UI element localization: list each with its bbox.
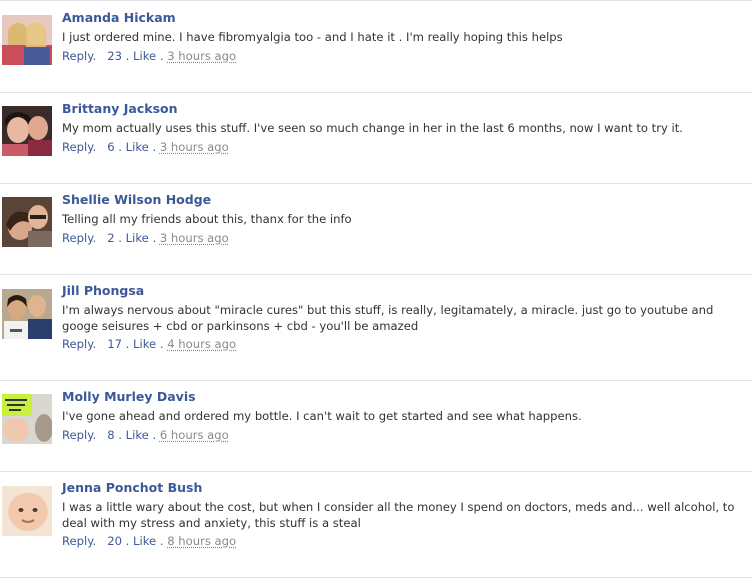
comment-text: I just ordered mine. I have fibromyalgia…: [62, 30, 563, 44]
timestamp[interactable]: 4 hours ago: [167, 337, 236, 351]
divider: [0, 577, 752, 578]
timestamp[interactable]: 8 hours ago: [167, 534, 236, 548]
commenter-name[interactable]: Jill Phongsa: [62, 283, 144, 298]
avatar[interactable]: [2, 394, 52, 444]
reply-link[interactable]: Reply.: [62, 428, 96, 442]
like-count: 20: [107, 534, 122, 548]
comment-text: I'm always nervous about "miracle cures"…: [62, 303, 714, 333]
timestamp[interactable]: 6 hours ago: [160, 428, 229, 442]
separator: .: [159, 337, 164, 351]
separator: .: [125, 337, 130, 351]
comment: Jenna Ponchot Bush I was a little wary a…: [0, 471, 756, 577]
comment-actions: Reply. 6 . Like . 3 hours ago: [62, 140, 229, 154]
comment-text: My mom actually uses this stuff. I've se…: [62, 121, 683, 135]
comment: Shellie Wilson Hodge Telling all my frie…: [0, 183, 756, 274]
separator: .: [125, 49, 130, 63]
commenter-name[interactable]: Amanda Hickam: [62, 10, 176, 25]
separator: .: [159, 534, 164, 548]
reply-link[interactable]: Reply.: [62, 231, 96, 245]
avatar[interactable]: [2, 197, 52, 247]
like-link[interactable]: Like: [133, 534, 156, 548]
like-link[interactable]: Like: [133, 49, 156, 63]
like-link[interactable]: Like: [133, 337, 156, 351]
like-count: 17: [107, 337, 122, 351]
timestamp[interactable]: 3 hours ago: [160, 231, 229, 245]
timestamp[interactable]: 3 hours ago: [160, 140, 229, 154]
comment-actions: Reply. 8 . Like . 6 hours ago: [62, 428, 229, 442]
timestamp[interactable]: 3 hours ago: [167, 49, 236, 63]
comment: Amanda Hickam I just ordered mine. I hav…: [0, 0, 756, 92]
comment-text: I've gone ahead and ordered my bottle. I…: [62, 409, 582, 423]
like-count: 2: [107, 231, 115, 245]
comment-actions: Reply. 23 . Like . 3 hours ago: [62, 49, 236, 63]
avatar[interactable]: [2, 15, 52, 65]
separator: .: [152, 428, 157, 442]
commenter-name[interactable]: Shellie Wilson Hodge: [62, 192, 211, 207]
avatar[interactable]: [2, 486, 52, 536]
comment-actions: Reply. 2 . Like . 3 hours ago: [62, 231, 229, 245]
comment-list: Amanda Hickam I just ordered mine. I hav…: [0, 0, 756, 580]
like-link[interactable]: Like: [126, 428, 149, 442]
reply-link[interactable]: Reply.: [62, 337, 96, 351]
comment: Molly Murley Davis I've gone ahead and o…: [0, 380, 756, 471]
separator: .: [152, 140, 157, 154]
separator: .: [118, 140, 122, 154]
separator: .: [118, 428, 122, 442]
separator: .: [152, 231, 157, 245]
like-count: 8: [107, 428, 115, 442]
comment-text: Telling all my friends about this, thanx…: [62, 212, 352, 226]
commenter-name[interactable]: Brittany Jackson: [62, 101, 178, 116]
reply-link[interactable]: Reply.: [62, 140, 96, 154]
comment: Jill Phongsa I'm always nervous about "m…: [0, 274, 756, 380]
avatar[interactable]: [2, 289, 52, 339]
like-link[interactable]: Like: [126, 140, 149, 154]
like-count: 6: [107, 140, 115, 154]
separator: .: [118, 231, 122, 245]
avatar[interactable]: [2, 106, 52, 156]
comment-actions: Reply. 17 . Like . 4 hours ago: [62, 337, 236, 351]
comment: Brittany Jackson My mom actually uses th…: [0, 92, 756, 183]
commenter-name[interactable]: Molly Murley Davis: [62, 389, 196, 404]
commenter-name[interactable]: Jenna Ponchot Bush: [62, 480, 202, 495]
reply-link[interactable]: Reply.: [62, 534, 96, 548]
like-link[interactable]: Like: [126, 231, 149, 245]
like-count: 23: [107, 49, 122, 63]
comment-text: I was a little wary about the cost, but …: [62, 500, 735, 530]
separator: .: [159, 49, 164, 63]
separator: .: [125, 534, 130, 548]
comment-actions: Reply. 20 . Like . 8 hours ago: [62, 534, 236, 548]
reply-link[interactable]: Reply.: [62, 49, 96, 63]
